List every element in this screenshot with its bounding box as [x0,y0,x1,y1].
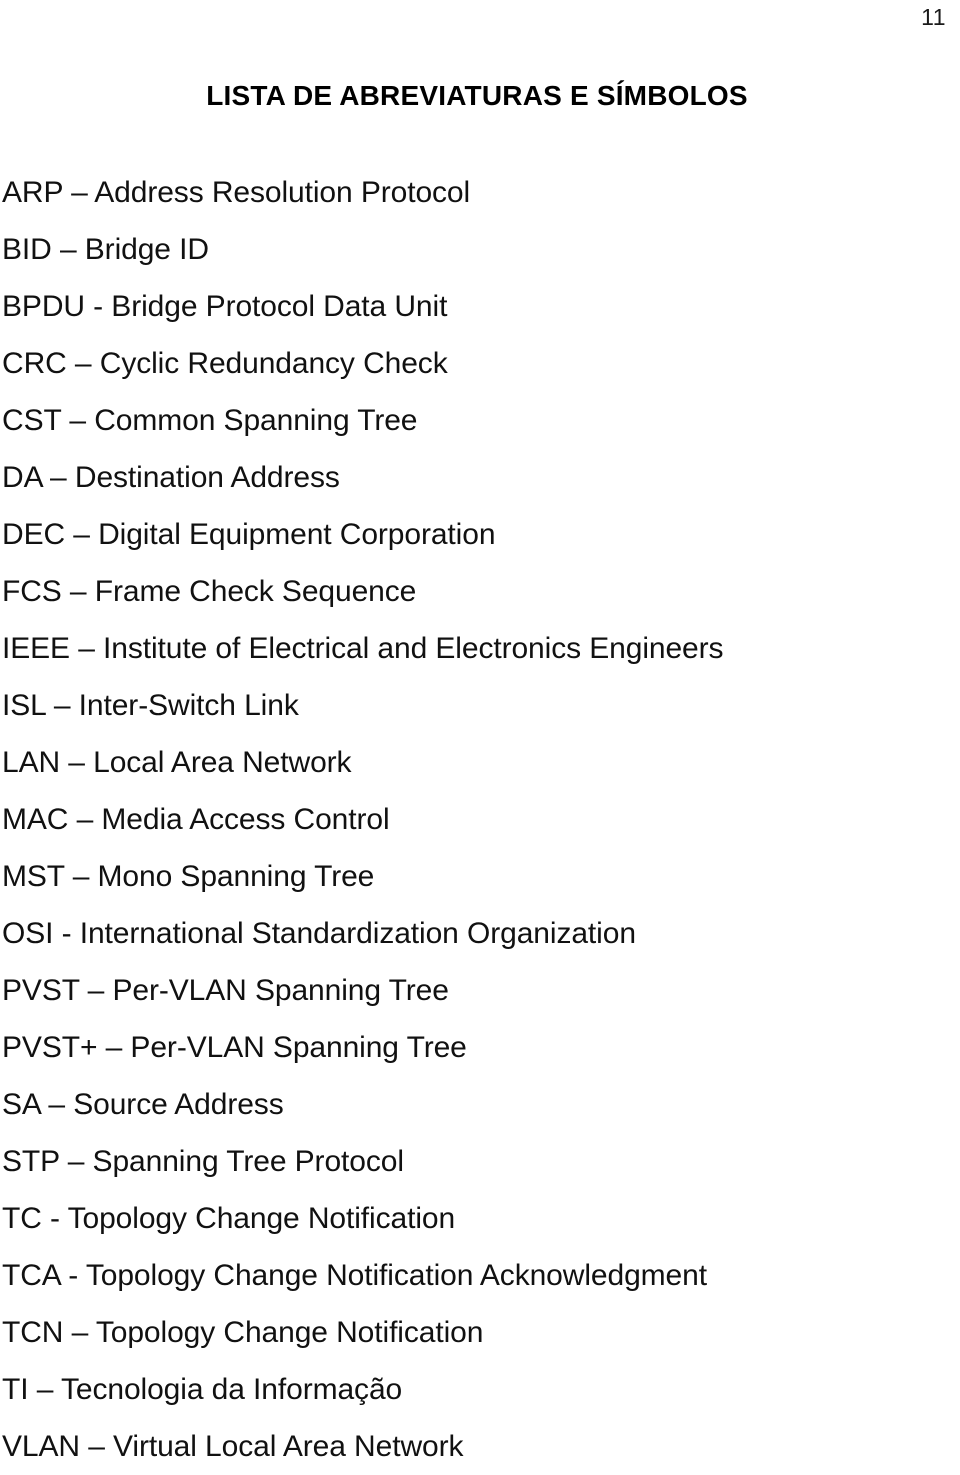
list-item: PVST+ – Per-VLAN Spanning Tree [2,1031,467,1064]
list-item: FCS – Frame Check Sequence [2,575,417,608]
list-item: DA – Destination Address [2,461,340,494]
page-number: 11 [921,4,946,30]
abbreviation-list: ARP – Address Resolution Protocol BID – … [2,164,950,1475]
list-item: LAN – Local Area Network [2,746,352,779]
list-item: ARP – Address Resolution Protocol [2,176,471,209]
list-item: STP – Spanning Tree Protocol [2,1145,404,1178]
list-item: SA – Source Address [2,1088,284,1121]
list-item: CST – Common Spanning Tree [2,404,418,437]
list-item: BID – Bridge ID [2,233,209,266]
list-item: TC - Topology Change Notification [2,1202,456,1235]
list-item: CRC – Cyclic Redundancy Check [2,347,448,380]
list-item: IEEE – Institute of Electrical and Elect… [2,632,724,665]
list-item: VLAN – Virtual Local Area Network [2,1430,464,1463]
list-item: PVST – Per-VLAN Spanning Tree [2,974,449,1007]
list-item: TCA - Topology Change Notification Ackno… [2,1259,707,1292]
list-item: MAC – Media Access Control [2,803,390,836]
page-title: LISTA DE ABREVIATURAS E SÍMBOLOS [206,79,748,111]
list-item: MST – Mono Spanning Tree [2,860,375,893]
list-item: TCN – Topology Change Notification [2,1316,484,1349]
list-item: TI – Tecnologia da Informação [2,1373,403,1406]
list-item: DEC – Digital Equipment Corporation [2,518,496,551]
list-item: BPDU - Bridge Protocol Data Unit [2,290,448,323]
document-page: 11 LISTA DE ABREVIATURAS E SÍMBOLOS ARP … [0,0,960,1463]
list-item: OSI - International Standardization Orga… [2,917,636,950]
list-item: ISL – Inter-Switch Link [2,689,299,722]
